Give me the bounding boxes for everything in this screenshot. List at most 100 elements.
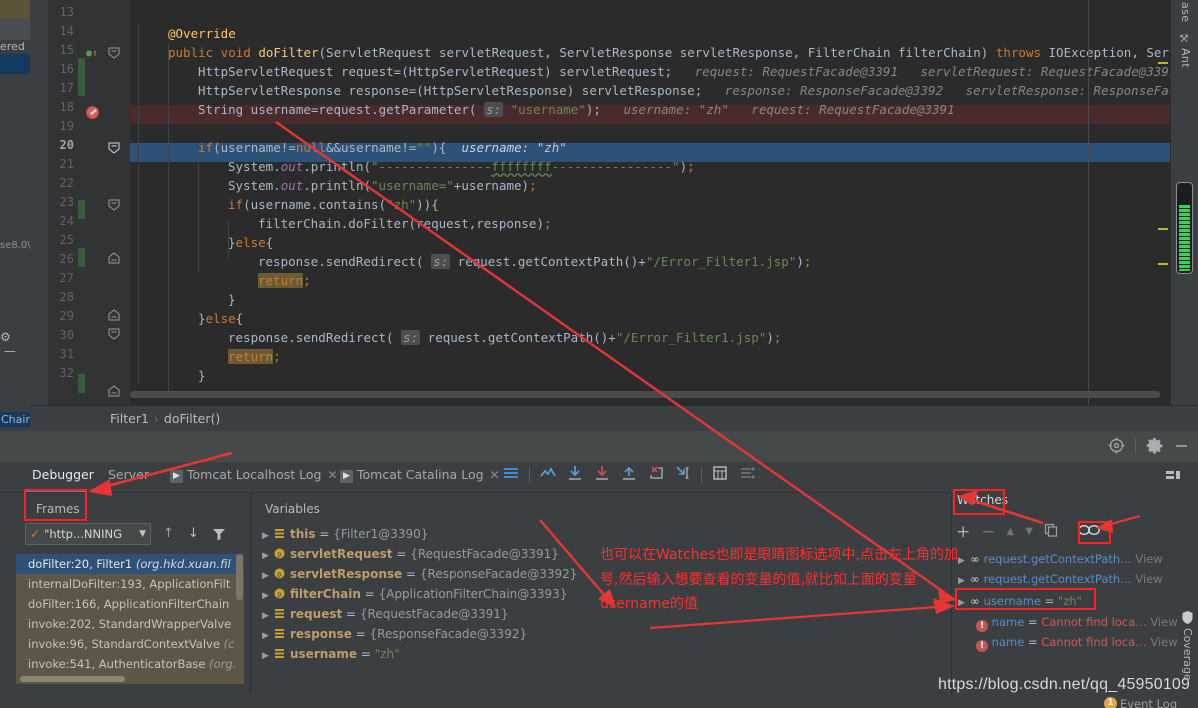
evaluate-expression-icon[interactable] [711,464,729,486]
expand-arrow-icon[interactable]: ▶ [262,526,274,546]
tab-server[interactable]: Server [108,467,149,482]
fold-icon[interactable] [108,252,120,264]
variable-row[interactable]: ▶ p servletRequest = {RequestFacade@3391} [262,544,559,564]
vcs-change-marker[interactable] [78,374,85,393]
tab-tomcat-localhost-log[interactable]: ▶ Tomcat Localhost Log ✕ [170,467,338,483]
watch-view-link[interactable]: View [1150,635,1177,649]
sidebar-tab-ant[interactable]: Ant [1179,48,1192,68]
tab-tomcat-catalina-log[interactable]: ▶ Tomcat Catalina Log ✕ [340,467,500,483]
error-icon: ! [976,640,988,652]
watch-row[interactable]: ▶ ∞ request.getContextPath… View [958,550,1163,568]
frames-list[interactable]: doFilter:20, Filter1 (org.hkd.xuan.fil i… [16,554,244,684]
add-icon[interactable]: + [956,523,970,540]
gear-icon[interactable] [1146,437,1163,454]
run-to-cursor-icon[interactable] [674,464,692,486]
move-down-icon[interactable]: ▼ [1025,526,1033,537]
event-log-button[interactable]: Event Log [1120,697,1177,708]
sidebar-tab-coverage[interactable]: Coverage [1181,628,1194,681]
fold-icon[interactable] [108,47,120,59]
line-number: 19 [59,119,74,133]
code-text[interactable]: @Override public void doFilter(ServletRe… [130,0,1198,405]
settings-list-icon[interactable] [738,464,756,486]
stripe-marker[interactable] [1158,228,1168,230]
arrow-down-icon[interactable]: ↓ [188,526,199,541]
breadcrumb-bar: Filter1 › doFilter() [30,405,1198,431]
frame-list-item[interactable]: doFilter:166, ApplicationFilterChain [16,594,244,614]
expand-arrow-icon[interactable]: ▶ [262,566,274,586]
watch-row[interactable]: ▶ ∞ request.getContextPath… View [958,570,1163,588]
variable-name: filterChain [290,587,361,601]
fold-icon[interactable] [108,199,120,211]
expand-arrow-icon[interactable]: ▶ [262,626,274,646]
watch-view-link[interactable]: View [1150,615,1177,629]
mute-breakpoints-icon[interactable] [502,464,520,486]
move-up-icon[interactable]: ▲ [1007,526,1015,537]
close-icon[interactable]: ✕ [327,468,337,482]
step-into-icon[interactable] [593,464,611,486]
vcs-change-marker[interactable] [78,248,85,267]
variable-row[interactable]: ▶ p filterChain = {ApplicationFilterChain@… [262,584,567,604]
remove-icon[interactable]: − [981,523,995,540]
line-number: 28 [59,290,74,304]
fold-icon[interactable] [108,328,120,340]
run-method-icon[interactable]: ●↑ [86,48,98,59]
filter-icon[interactable] [212,526,226,545]
thread-selector[interactable]: ✓ "http...NNING ▼ [25,523,151,545]
arrow-up-icon[interactable]: ↑ [163,526,174,541]
step-over-icon[interactable] [566,464,584,486]
expand-arrow-icon[interactable]: ▶ [262,586,274,606]
vcs-change-marker[interactable] [78,58,85,96]
frame-list-item[interactable]: invoke:541, AuthenticatorBase (org. [16,654,244,674]
fold-icon[interactable] [108,142,120,154]
stripe-marker[interactable] [1158,62,1168,64]
copy-icon[interactable] [1044,522,1058,541]
pane-splitter-frames-variables[interactable] [250,493,251,708]
variable-name: response [290,627,352,641]
fold-icon[interactable] [108,309,120,321]
show-execution-point-icon[interactable] [539,464,557,486]
watch-row-error[interactable]: ! name = Cannot find loca… View [976,613,1178,632]
sidebar-tab-database[interactable]: ase [1179,2,1192,22]
layout-icon[interactable] [1164,468,1182,490]
expand-arrow-icon[interactable]: ▶ [262,546,274,566]
line-number: 18 [59,100,74,114]
breadcrumb[interactable]: Filter1 › doFilter() [110,411,220,426]
step-out-icon[interactable] [620,464,638,486]
minimize-icon[interactable] [1173,437,1190,454]
drop-frame-icon[interactable] [647,464,665,486]
frame-list-item[interactable]: doFilter:20, Filter1 (org.hkd.xuan.fil [16,554,244,574]
variable-value: {Filter1@3390} [333,527,429,541]
frames-vertical-scrollbar[interactable] [236,554,243,600]
close-icon[interactable]: ✕ [490,468,500,482]
editor-horizontal-scrollbar[interactable] [130,391,1160,398]
tab-debugger[interactable]: Debugger [32,467,94,482]
expand-arrow-icon[interactable]: ▶ [262,646,274,666]
watch-expression: request.getContextPath… [983,572,1132,586]
frame-list-item[interactable]: invoke:96, StandardContextValve (c [16,634,244,654]
variable-row[interactable]: ▶ p servletResponse = {ResponseFacade@3392… [262,564,577,584]
code-line-14: @Override [168,26,236,41]
breakpoint-icon[interactable] [86,106,99,119]
settings-target-icon[interactable] [1108,437,1125,454]
variable-row[interactable]: ▶ request = {RequestFacade@3391} [262,604,509,624]
chevron-down-icon[interactable]: ▼ [139,529,146,539]
breadcrumb-class[interactable]: Filter1 [110,411,149,426]
watch-view-link[interactable]: View [1135,572,1162,586]
vcs-change-marker[interactable] [78,200,85,219]
stripe-marker[interactable] [1158,263,1168,265]
watch-row-error[interactable]: ! name = Cannot find loca… View [976,633,1178,652]
watch-view-link[interactable]: View [1135,552,1162,566]
variable-row[interactable]: ▶ response = {ResponseFacade@3392} [262,624,527,644]
variable-row[interactable]: ▶ username = "zh" [262,644,400,664]
parameter-icon: p [274,565,285,579]
expand-arrow-icon[interactable]: ▶ [262,606,274,626]
code-editor[interactable]: 13 14 15 16 17 18 19 20 21 22 23 24 25 2… [30,0,1198,405]
variable-name: servletRequest [290,547,393,561]
fold-icon[interactable] [108,385,120,397]
editor-gutter[interactable]: 13 14 15 16 17 18 19 20 21 22 23 24 25 2… [30,0,130,405]
breadcrumb-method[interactable]: doFilter() [164,411,220,426]
frame-list-item[interactable]: invoke:202, StandardWrapperValve [16,614,244,634]
frames-horizontal-scrollbar[interactable] [20,676,125,682]
variable-row[interactable]: ▶ this = {Filter1@3390} [262,524,428,544]
frame-list-item[interactable]: internalDoFilter:193, ApplicationFilt [16,574,244,594]
